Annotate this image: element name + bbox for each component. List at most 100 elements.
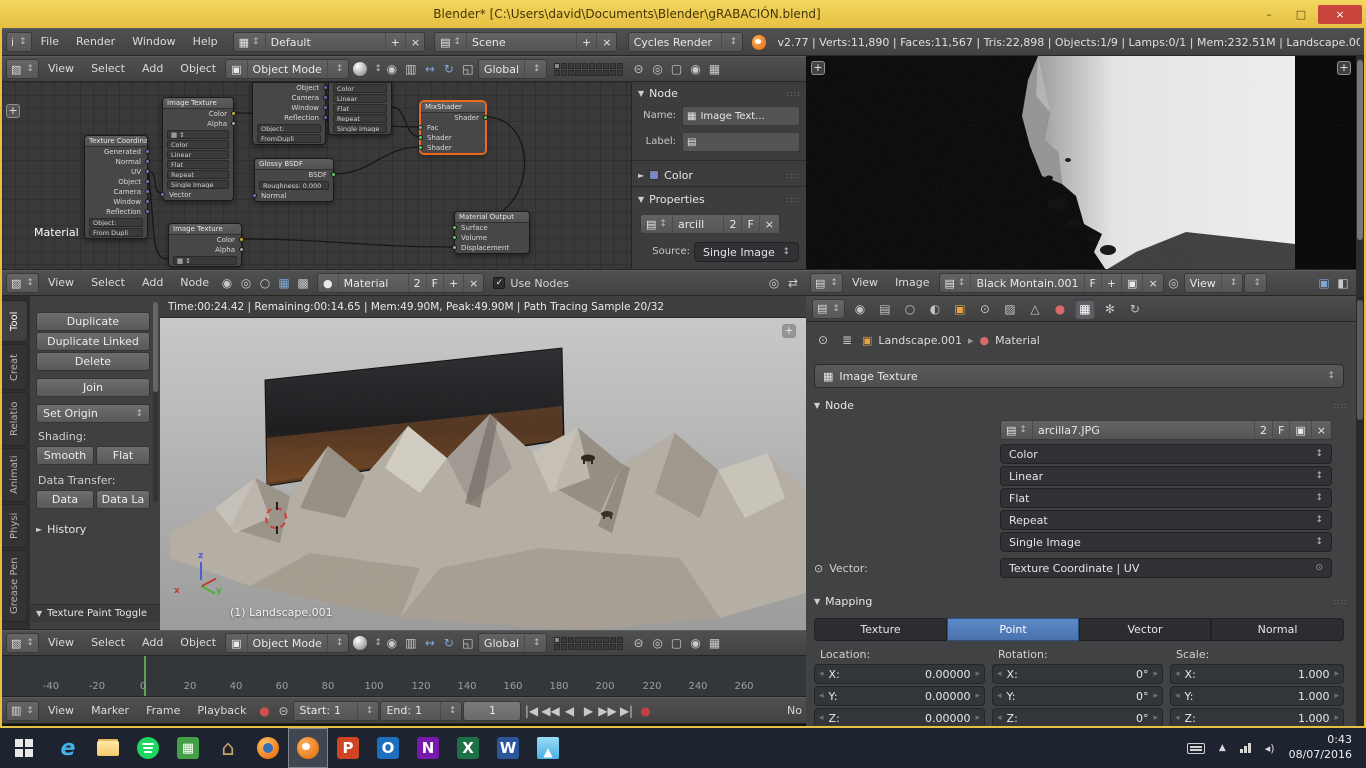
expand-area-icon[interactable]: + — [6, 104, 20, 118]
editor-type-button[interactable]: ▨↕ — [6, 273, 39, 293]
background-icon[interactable]: ⇄ — [784, 274, 802, 292]
snap-magnet-icon[interactable]: ◎ — [649, 634, 667, 652]
delete-screen-button[interactable]: × — [405, 33, 425, 51]
mapping-texture-button[interactable]: Texture — [814, 618, 947, 641]
material-datablock-widget[interactable]: ● Material 2 F + × — [317, 273, 484, 293]
screen-browse-icon[interactable]: ▦↕ — [234, 33, 265, 51]
layer-grid[interactable] — [554, 63, 623, 76]
pivot-icon[interactable]: ◉ — [383, 634, 401, 652]
breadcrumb-material[interactable]: Material — [995, 334, 1040, 347]
socket[interactable] — [452, 235, 457, 240]
menu-marker[interactable]: Marker — [83, 699, 137, 723]
projection-select[interactable]: Flat↕ — [1000, 488, 1332, 508]
breadcrumb-object[interactable]: Landscape.001 — [878, 334, 962, 347]
tab-texture-icon[interactable]: ▦ — [1075, 299, 1095, 319]
use-nodes-checkbox[interactable]: ✓ — [493, 277, 505, 289]
taskbar-word[interactable]: W — [488, 728, 528, 768]
menu-file[interactable]: File — [33, 30, 67, 54]
roughness-field[interactable]: Roughness: 0.000 — [259, 181, 329, 190]
node-output-bsdf[interactable]: BSDF — [255, 170, 333, 180]
rotation-x-field[interactable]: ◂X:0°▸ — [992, 664, 1163, 684]
node-image-texture-1[interactable]: Image Texture Color Alpha ▦ ↕ Color Line… — [162, 97, 234, 201]
play-reverse-icon[interactable]: ◀ — [560, 702, 578, 720]
taskbar-outlook[interactable]: O — [368, 728, 408, 768]
socket[interactable] — [231, 111, 236, 116]
object-field[interactable]: Object: — [89, 218, 143, 227]
add-material-button[interactable]: + — [443, 274, 463, 292]
node-input-volume[interactable]: Volume — [455, 233, 529, 243]
image-datablock-field[interactable]: ▦ ↕ — [173, 256, 237, 265]
tab-modifiers-icon[interactable]: ▨ — [1000, 299, 1020, 319]
fake-user-button[interactable]: F — [741, 215, 758, 233]
tab-physics[interactable]: Physi — [2, 504, 28, 548]
node-output-alpha[interactable]: Alpha — [163, 119, 233, 129]
color-space-field[interactable]: Color — [167, 140, 229, 149]
node-glossy-bsdf[interactable]: Glossy BSDF BSDF Roughness: 0.000 Normal — [254, 158, 334, 202]
socket[interactable] — [231, 121, 236, 126]
socket[interactable] — [160, 192, 165, 197]
shader-type-world-icon[interactable]: ◎ — [237, 274, 255, 292]
next-keyframe-icon[interactable]: ▶▶ — [598, 702, 616, 720]
menu-view[interactable]: View — [40, 699, 82, 723]
menu-view[interactable]: View — [40, 631, 82, 655]
extension-field[interactable]: Repeat — [167, 170, 229, 179]
delete-button[interactable]: Delete — [36, 352, 150, 371]
node-output-reflection[interactable]: Reflection — [85, 207, 147, 217]
tab-grease-pencil[interactable]: Grease Pen — [2, 550, 28, 622]
image-datablock-field[interactable]: ▦ ↕ — [167, 130, 229, 139]
add-image-button[interactable]: + — [1101, 274, 1121, 292]
menu-add[interactable]: Add — [134, 631, 171, 655]
shader-type-line-icon[interactable]: ○ — [256, 274, 274, 292]
taskbar-home-app[interactable]: ⌂ — [208, 728, 248, 768]
socket[interactable] — [252, 193, 257, 198]
taskbar-firefox[interactable] — [248, 728, 288, 768]
material-name[interactable]: Material — [338, 274, 408, 292]
window-titlebar[interactable]: Blender* [C:\Users\david\Documents\Blend… — [0, 0, 1366, 28]
scene-browse-icon[interactable]: ▤↕ — [435, 33, 466, 51]
data-button[interactable]: Data — [36, 490, 94, 509]
jump-to-end-icon[interactable]: ▶| — [617, 702, 635, 720]
taskbar-excel[interactable]: X — [448, 728, 488, 768]
socket[interactable] — [418, 135, 423, 140]
viewport-shading-icon[interactable] — [353, 62, 367, 76]
screen-layout-name[interactable]: Default — [265, 33, 385, 51]
lock-icon[interactable]: ⊝ — [630, 634, 648, 652]
manipulator-translate-icon[interactable]: ↔ — [421, 634, 439, 652]
orientation-select[interactable]: Global ↕ — [478, 59, 547, 79]
start-button[interactable] — [0, 728, 48, 768]
display-mode-name[interactable]: View — [1185, 274, 1221, 292]
tab-object-data-icon[interactable]: △ — [1025, 299, 1045, 319]
scene-name[interactable]: Scene — [466, 33, 576, 51]
socket[interactable] — [145, 159, 150, 164]
taskbar-green-app[interactable]: ▦ — [168, 728, 208, 768]
menu-image[interactable]: Image — [887, 271, 937, 295]
tab-tools[interactable]: Tool — [2, 300, 28, 342]
editor-type-button[interactable]: ▥↕ — [6, 701, 39, 721]
orientation-select[interactable]: Global ↕ — [478, 633, 547, 653]
properties-panel-header[interactable]: ▼Properties:::: — [632, 190, 806, 208]
color-panel-header[interactable]: ►Color:::: — [632, 166, 806, 184]
menu-render[interactable]: Render — [68, 30, 123, 54]
render-anim-icon[interactable]: ▦ — [706, 634, 724, 652]
image-name[interactable]: arcilla7.JPG — [1032, 421, 1254, 439]
socket[interactable] — [452, 245, 457, 250]
mapping-panel-header[interactable]: ▼Mapping:::: — [808, 592, 1354, 610]
taskbar-photos[interactable]: ▲ — [528, 728, 568, 768]
jump-to-start-icon[interactable]: |◀ — [522, 702, 540, 720]
set-origin-button[interactable]: Set Origin↕ — [36, 404, 150, 423]
node-input-displacement[interactable]: Displacement — [455, 243, 529, 253]
tab-relations[interactable]: Relatio — [2, 392, 28, 446]
tab-scene-icon[interactable]: ○ — [900, 299, 920, 319]
node-input-fac[interactable]: Fac — [421, 123, 485, 133]
source-field[interactable]: Single Image — [167, 180, 229, 189]
editor-type-button[interactable]: ▤↕ — [810, 273, 843, 293]
menu-object[interactable]: Object — [172, 631, 224, 655]
layer-grid[interactable] — [554, 637, 623, 650]
socket[interactable] — [145, 179, 150, 184]
pivot-select[interactable]: ↕ — [1244, 273, 1267, 293]
image-datablock-widget[interactable]: ▤↕ arcilla7.JPG 2 F ▣ × — [1000, 420, 1332, 440]
node-texture-coordinate-2[interactable]: Object Camera Window Reflection Object: … — [252, 82, 326, 145]
node-material-output[interactable]: Material Output Surface Volume Displacem… — [454, 211, 530, 254]
tab-object-icon[interactable]: ▣ — [950, 299, 970, 319]
image-browse-icon[interactable]: ▤↕ — [1001, 421, 1032, 439]
